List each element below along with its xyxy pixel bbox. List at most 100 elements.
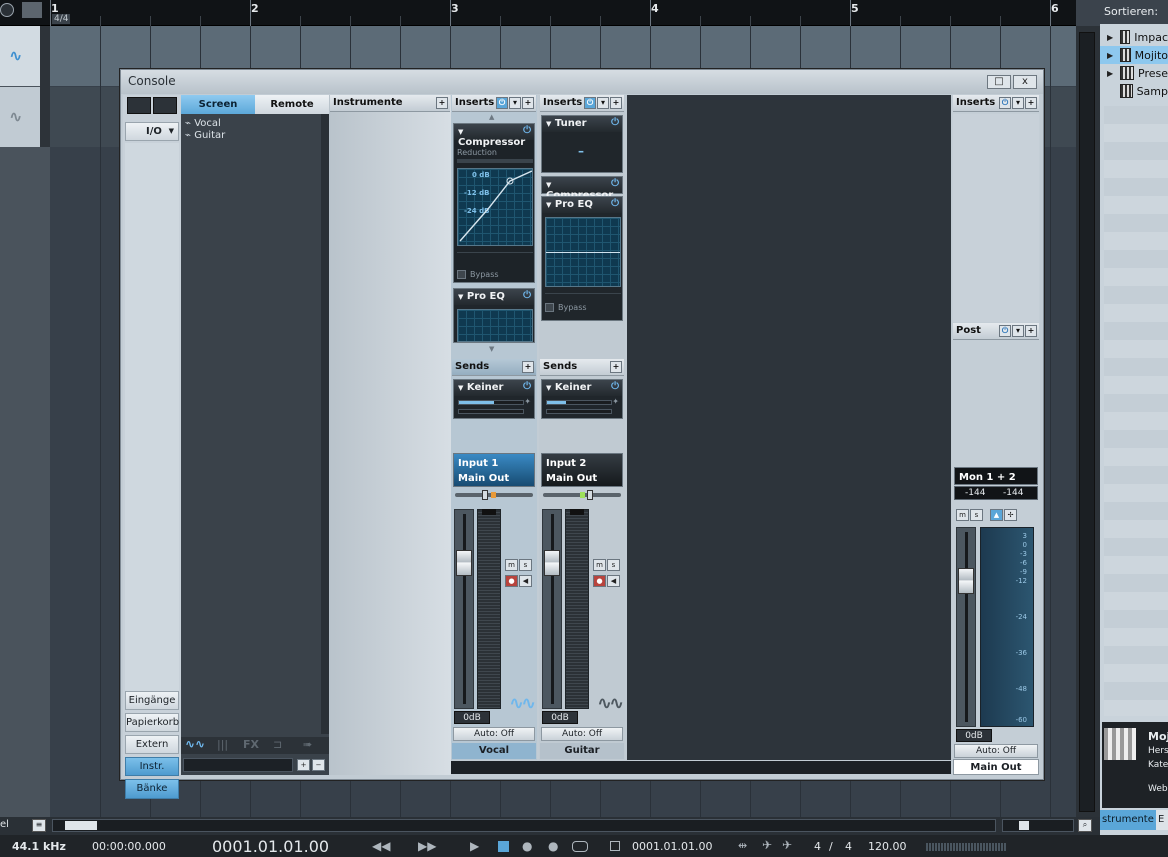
mute-button[interactable]: m [505,559,518,571]
send-pan-bar[interactable] [458,409,524,414]
send-pan-bar[interactable] [546,409,612,414]
horizontal-scroll-bar[interactable]: el ≡ ⌕ [0,817,1100,835]
pan-knob[interactable] [587,490,593,500]
main-volume-fader[interactable] [956,527,976,727]
add-insert-button[interactable]: + [522,97,534,109]
monitor-button[interactable]: ◀ [607,575,620,587]
add-send-button[interactable]: + [522,361,534,373]
channel-name-vocal[interactable]: Vocal [452,743,536,759]
channel-name-main-out[interactable]: Main Out [953,759,1039,775]
automation-button[interactable]: Auto: Off [541,727,623,741]
solo-button[interactable]: s [970,509,983,521]
plugin-pro-eq[interactable]: ▼ Pro EQ ⏻ Bypass [541,196,623,321]
solo-button[interactable]: s [607,559,620,571]
track-header-2[interactable]: ∿ [0,87,40,147]
power-icon[interactable]: ⏻ [523,290,531,301]
send-mode-icon[interactable]: ✦ [524,397,531,406]
io-routing-box[interactable]: Input 2 Main Out [541,453,623,487]
power-icon[interactable]: ⏻ [611,178,619,189]
loop-marker-icon[interactable] [610,841,620,851]
expand-arrow-icon[interactable]: ▶ [1107,51,1113,60]
volume-readout[interactable]: 0dB [542,711,578,724]
list-item-guitar[interactable]: ⌁ Guitar [185,130,225,141]
power-icon[interactable]: ⏻ [523,381,531,392]
power-icon[interactable]: ⏻ [611,117,619,128]
zoom-slider[interactable] [1002,819,1074,832]
browser-item-sampleone[interactable]: Samp [1100,82,1168,100]
pan-slider[interactable] [543,490,621,500]
bus-filter-icon[interactable]: ⊐ [273,738,282,751]
volume-fader[interactable] [454,509,474,709]
automation-button[interactable]: Auto: Off [453,727,535,741]
send-mode-icon[interactable]: ✦ [612,397,619,406]
horizontal-scrollbar[interactable] [52,819,996,832]
output-label[interactable]: Main Out [458,471,530,486]
browser-item-mojito[interactable]: ▶ Mojito [1100,46,1168,64]
chevron-down-icon[interactable]: ▾ [509,97,521,109]
mixer-scroll-bar[interactable] [451,761,951,774]
add-instrument-button[interactable]: + [436,97,448,109]
flag-icon[interactable] [22,2,42,18]
tab-instruments[interactable]: strumente [1100,810,1156,830]
expand-arrow-icon[interactable]: ▶ [1107,69,1113,78]
metronome-toggle-icon[interactable]: ✈ [782,838,792,852]
power-icon[interactable]: ⏻ [611,381,619,392]
nav-trash-button[interactable]: Papierkorb [125,713,179,732]
scroll-down-icon[interactable]: ▼ [489,345,494,353]
track-header-1[interactable]: ∿ [0,26,40,86]
maximize-button[interactable]: □ [987,75,1011,89]
sort-label[interactable]: Sortieren: [1100,0,1168,24]
arrangement-vertical-scrollbar[interactable] [1076,26,1100,817]
channel-name-guitar[interactable]: Guitar [540,743,624,759]
add-insert-button[interactable]: + [1025,97,1037,109]
list-menu-icon[interactable]: ≡ [32,819,46,832]
output-filter-icon[interactable]: ➠ [303,738,312,751]
chevron-down-icon[interactable]: ▾ [597,97,609,109]
loop-icon[interactable]: ● [548,839,558,853]
pan-knob[interactable] [482,490,488,500]
volume-readout[interactable]: 0dB [454,711,490,724]
metronome-settings-icon[interactable]: ✈ [762,838,772,852]
fader-cap[interactable] [544,550,560,576]
send-slot[interactable]: ▼ Keiner ⏻ ✦ [541,379,623,419]
list-scrollbar[interactable] [321,114,329,734]
input-label[interactable]: Input 2 [546,456,618,471]
chevron-down-icon[interactable]: ▾ [1012,97,1024,109]
power-icon[interactable]: ⏻ [584,97,596,109]
output-label[interactable]: Main Out [546,471,618,486]
layout-large-icon[interactable] [153,97,177,114]
power-icon[interactable]: ⏻ [523,125,531,136]
add-send-button[interactable]: + [610,361,622,373]
tab-screen[interactable]: Screen [181,95,255,114]
browser-item-impact[interactable]: ▶ Impac [1100,28,1168,46]
record-icon[interactable]: ● [522,839,532,853]
tab-remote[interactable]: Remote [255,95,329,114]
close-button[interactable]: x [1013,75,1037,89]
nav-inputs-button[interactable]: Eingänge [125,691,179,710]
add-insert-button[interactable]: + [610,97,622,109]
plugin-pro-eq[interactable]: ▼ Pro EQ ⏻ [453,288,535,343]
io-dropdown[interactable]: I/O ▼ [125,122,179,141]
scroll-thumb[interactable] [65,821,97,830]
power-icon[interactable]: ⏻ [496,97,508,109]
output-routing-box[interactable]: Mon 1 + 2 [954,467,1038,485]
monitor-button[interactable]: ◀ [519,575,532,587]
metronome-icon[interactable] [0,3,14,17]
channel-mode-button[interactable]: ✢ [1004,509,1017,521]
cycle-icon[interactable] [572,841,588,852]
input-label[interactable]: Input 1 [458,456,530,471]
nav-banks-button[interactable]: Bänke [125,779,179,799]
power-icon[interactable]: ⏻ [999,325,1011,337]
precount-icon[interactable]: ⇹ [738,839,747,852]
plugin-tuner[interactable]: ▼ Tuner ⏻ – [541,115,623,173]
tempo-display[interactable]: 120.00 [868,840,907,853]
add-post-insert-button[interactable]: + [1025,325,1037,337]
tab-effects[interactable]: E [1158,810,1168,830]
forward-icon[interactable]: ▶▶ [418,839,436,853]
add-bank-button[interactable]: + [297,759,310,771]
solo-button[interactable]: s [519,559,532,571]
browser-item-presence[interactable]: ▶ Prese [1100,64,1168,82]
send-level-bar[interactable] [546,400,612,405]
instrument-filter-icon[interactable]: ||| [217,738,228,751]
timeline-ruler[interactable]: 4/4 1 2 3 4 5 6 [0,0,1076,26]
